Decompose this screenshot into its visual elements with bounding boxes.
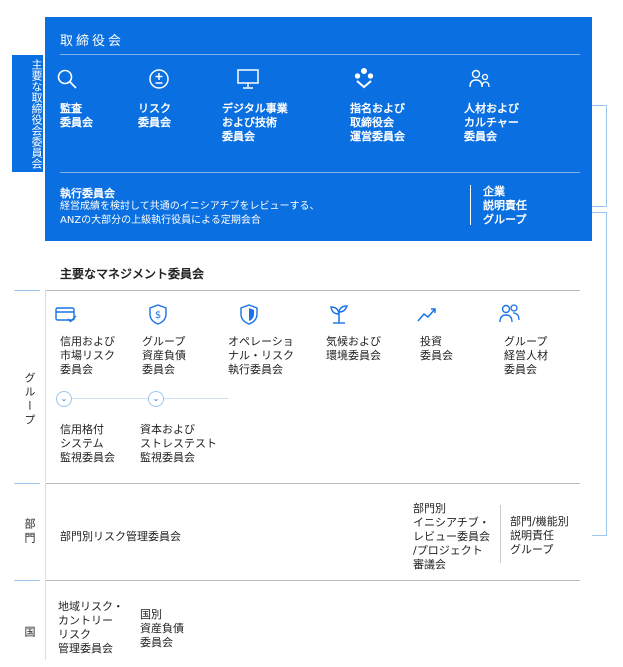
management-title-divider: [45, 290, 580, 291]
credit-rating-system-committee-label: 信用格付 システム 監視委員会: [60, 423, 115, 464]
nomination-governance-committee-label: 指名および 取締役会 運営委員会: [350, 102, 405, 143]
board-divider: [60, 54, 580, 55]
country-alco-label: 国別 資産負債 委員会: [140, 608, 184, 649]
accountability-bracket-line: [592, 212, 607, 536]
board-bracket-line: [592, 105, 607, 207]
division-side-line: [14, 483, 40, 484]
plus-minus-icon: [149, 69, 169, 89]
division-section-label: 部門: [23, 518, 36, 546]
group-section-rule: [45, 290, 46, 482]
people-icon: [469, 69, 490, 88]
climate-environment-committee-label: 気候および 環境委員会: [326, 335, 381, 362]
country-side-line: [14, 580, 40, 581]
board-divider-lower: [60, 172, 580, 173]
credit-card-check-icon: [55, 307, 77, 323]
trend-chart-icon: [417, 308, 436, 322]
exec-separator: [470, 185, 471, 225]
board-title: 取締役会: [60, 34, 125, 49]
people-award-icon: [354, 68, 374, 89]
digital-technology-committee-label: デジタル事業 および技術 委員会: [222, 102, 288, 143]
search-icon: [57, 69, 77, 89]
divisional-accountability-group-label: 部門/機能別 説明責任 グループ: [510, 515, 569, 556]
corporate-accountability-group-label: 企業 説明責任 グループ: [483, 185, 527, 226]
monitor-icon: [237, 69, 259, 89]
divisional-risk-committee-label: 部門別リスク管理委員会: [60, 530, 181, 543]
group-people-icon: [499, 304, 520, 323]
country-section-label: 国: [23, 626, 36, 640]
key-board-committees-tag: 主要な取締役会委員会: [12, 55, 43, 172]
credit-market-risk-committee-label: 信用および 市場リスク 委員会: [60, 335, 115, 376]
operational-risk-committee-label: オペレーショ ナル・リスク 執行委員会: [228, 335, 294, 376]
country-section-rule: [45, 580, 46, 660]
dollar-shield-icon: $: [149, 304, 167, 325]
sub-connector-line: [58, 398, 228, 399]
country-divider: [45, 580, 580, 581]
chevron-down-icon[interactable]: ⌄: [56, 391, 72, 407]
regional-country-risk-committee-label: 地域リスク・ カントリー リスク 管理委員会: [58, 600, 124, 655]
group-side-line: [14, 290, 40, 291]
group-section-label: グループ: [23, 372, 36, 428]
division-section-rule: [45, 483, 46, 579]
division-separator: [500, 505, 501, 563]
audit-committee-label: 監査 委員会: [60, 102, 93, 129]
group-talent-committee-label: グループ 経営人材 委員会: [504, 335, 548, 376]
division-divider: [45, 483, 580, 484]
management-committees-title: 主要なマネジメント委員会: [60, 267, 205, 281]
svg-text:$: $: [155, 310, 161, 321]
group-alco-label: グループ 資産負債 委員会: [142, 335, 186, 376]
chevron-down-icon[interactable]: ⌄: [148, 391, 164, 407]
risk-committee-label: リスク 委員会: [138, 102, 171, 129]
sprout-icon: [330, 305, 348, 324]
divisional-initiative-review-committee-label: 部門別 イニシアチブ・ レビュー委員会 /プロジェクト 審議会: [413, 502, 490, 571]
human-resources-culture-committee-label: 人材および カルチャー 委員会: [464, 102, 519, 143]
executive-committee-description: 経営成績を検討して共通のイニシアチブをレビューする、 ANZの大部分の上級執行役…: [60, 201, 320, 226]
shield-icon: [240, 304, 258, 325]
investment-committee-label: 投資 委員会: [420, 335, 453, 362]
executive-committee-title: 執行委員会: [60, 187, 115, 200]
capital-stress-test-committee-label: 資本および ストレステスト 監視委員会: [140, 423, 217, 464]
